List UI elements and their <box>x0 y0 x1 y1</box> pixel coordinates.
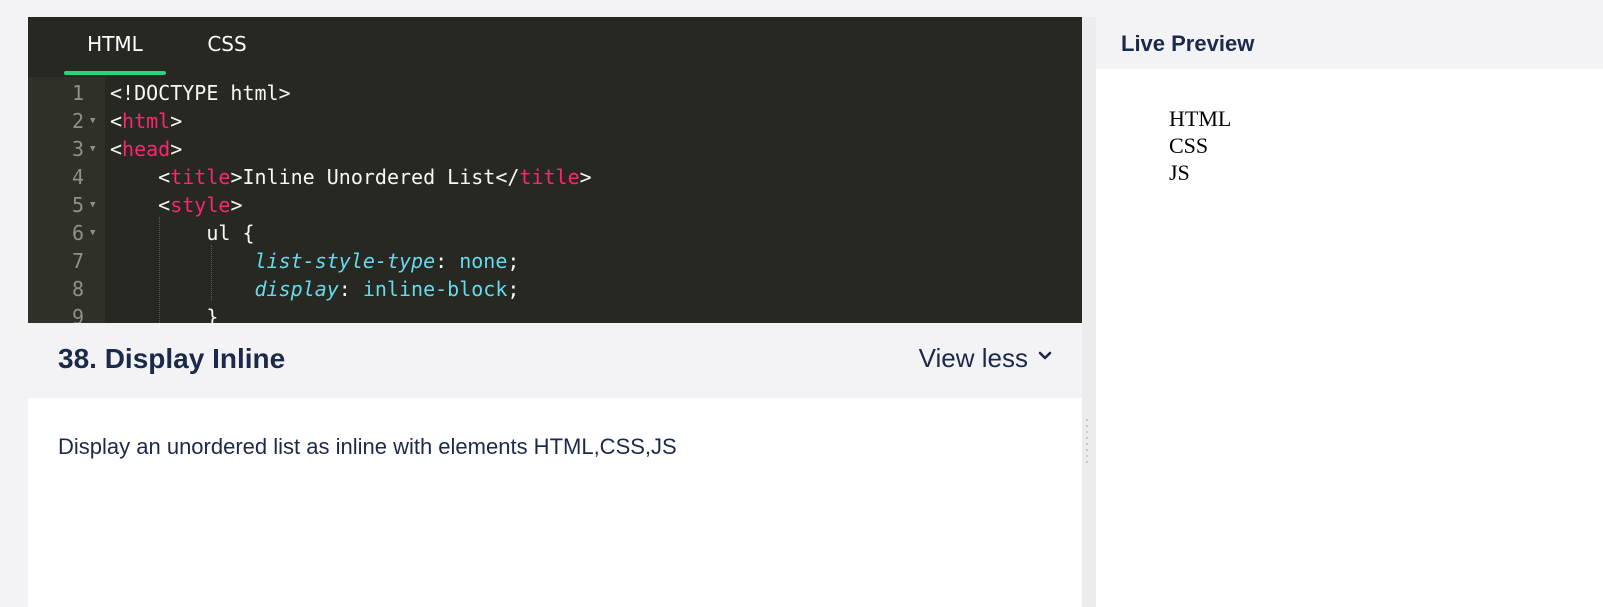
code-token: > <box>230 193 243 217</box>
tab-html[interactable]: HTML <box>64 17 166 77</box>
code-token: < <box>110 193 171 217</box>
code-token: <!DOCTYPE html> <box>110 81 291 105</box>
fold-arrow-icon[interactable]: ▼ <box>90 191 95 219</box>
code-token: > <box>579 165 592 189</box>
question-title: 38. Display Inline <box>58 343 286 374</box>
line-number: 9 <box>71 305 84 323</box>
live-preview-pane: HTML CSS JS <box>1096 69 1603 607</box>
preview-header: Live Preview <box>1096 17 1603 69</box>
code-token: none <box>459 249 508 273</box>
code-token: display <box>254 277 339 301</box>
code-token: < <box>110 165 171 189</box>
chevron-down-icon <box>1038 351 1052 360</box>
code-text: <!DOCTYPE html> <box>110 79 291 107</box>
active-tab-indicator <box>64 71 166 75</box>
code-text: <style> <box>110 191 242 219</box>
code-token: style <box>170 193 231 217</box>
panel-resize-handle[interactable] <box>1082 17 1096 607</box>
code-token: title <box>170 165 231 189</box>
code-text: ul { <box>110 219 255 247</box>
code-line: 6 ▼ ul { <box>28 219 1082 247</box>
code-editor[interactable]: HTML CSS 1 <!DOCTYPE html> 2 ▼ <html> 3 ▼ <head… <box>28 17 1082 323</box>
question-body: Display an unordered list as inline with… <box>28 398 1082 607</box>
code-text: display: inline-block; <box>110 275 520 303</box>
question-header: 38. Display Inline View less <box>28 323 1082 398</box>
code-text: <head> <box>110 135 182 163</box>
code-token: ul { <box>110 221 255 245</box>
code-line: 9 } <box>28 303 1082 323</box>
editor-tabs: HTML CSS <box>28 17 1082 77</box>
tab-css[interactable]: CSS <box>184 17 270 77</box>
line-number: 3 <box>71 137 84 161</box>
code-token: : <box>338 277 363 301</box>
code-token: : <box>435 249 460 273</box>
view-less-label: View less <box>918 343 1028 373</box>
code-token: html <box>122 109 171 133</box>
preview-list-item: JS <box>1169 160 1190 185</box>
code-area[interactable]: 1 <!DOCTYPE html> 2 ▼ <html> 3 ▼ <head> 4 <title… <box>28 77 1082 323</box>
code-token: inline-block <box>362 277 508 301</box>
line-number: 5 <box>71 193 84 217</box>
line-number: 4 <box>71 165 84 189</box>
code-token: >Inline Unordered List</ <box>230 165 520 189</box>
code-token: > <box>170 109 183 133</box>
code-token: list-style-type <box>254 249 436 273</box>
fold-arrow-icon[interactable]: ▼ <box>90 219 95 247</box>
code-token: ; <box>507 277 520 301</box>
code-line: 8 display: inline-block; <box>28 275 1082 303</box>
code-line: 3 ▼ <head> <box>28 135 1082 163</box>
fold-arrow-icon[interactable]: ▼ <box>90 107 95 135</box>
code-line: 7 list-style-type: none; <box>28 247 1082 275</box>
code-text: <title>Inline Unordered List</title> <box>110 163 592 191</box>
code-line: 1 <!DOCTYPE html> <box>28 79 1082 107</box>
line-number: 6 <box>71 221 84 245</box>
code-token: title <box>519 165 580 189</box>
question-description: Display an unordered list as inline with… <box>58 434 677 459</box>
preview-list-item: CSS <box>1169 133 1209 158</box>
line-number: 1 <box>71 81 84 105</box>
preview-title: Live Preview <box>1121 31 1255 56</box>
preview-list-item: HTML <box>1169 106 1232 131</box>
code-text: list-style-type: none; <box>110 247 520 275</box>
line-number: 2 <box>71 109 84 133</box>
view-less-toggle[interactable]: View less <box>919 343 1052 374</box>
code-line: 4 <title>Inline Unordered List</title> <box>28 163 1082 191</box>
code-token: < <box>110 109 123 133</box>
grip-dots-icon <box>1086 419 1092 469</box>
code-token: > <box>170 137 183 161</box>
code-token: ; <box>507 249 520 273</box>
fold-arrow-icon[interactable]: ▼ <box>90 135 95 163</box>
code-text: <html> <box>110 107 182 135</box>
code-text: } <box>110 303 218 323</box>
code-token: } <box>110 305 219 323</box>
code-token: < <box>110 137 123 161</box>
code-line: 2 ▼ <html> <box>28 107 1082 135</box>
line-number: 8 <box>71 277 84 301</box>
code-token: head <box>122 137 171 161</box>
line-number: 7 <box>71 249 84 273</box>
code-line: 5 ▼ <style> <box>28 191 1082 219</box>
preview-list: HTML CSS JS <box>1169 105 1231 186</box>
